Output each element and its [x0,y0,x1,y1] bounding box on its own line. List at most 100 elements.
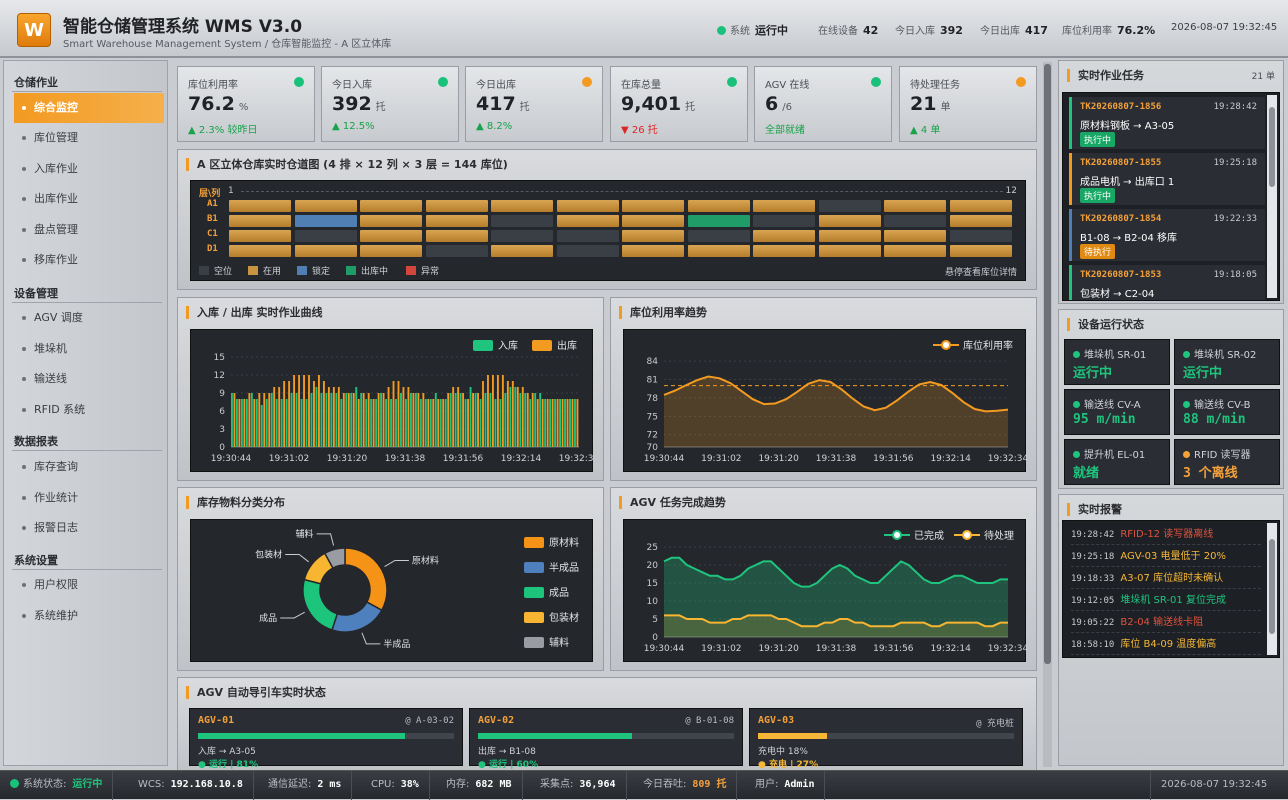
storage-cell[interactable] [753,215,815,227]
alarm-item[interactable]: 19:12:05 堆垛机 SR-01 复位完成 [1071,591,1261,611]
storage-cell[interactable] [556,245,619,257]
storage-cell[interactable] [425,230,488,242]
storage-cell[interactable] [884,245,946,257]
bar-inbound [255,399,258,447]
device-card[interactable]: 堆垛机 SR-02 运行中 [1174,339,1280,385]
bar-inbound [360,393,363,447]
storage-cell[interactable] [622,230,684,242]
agv-card[interactable]: AGV-02 @ B-01-08 出库 → B1-08 ● 运行 | 60% [469,708,743,770]
storage-cell[interactable] [229,215,291,227]
storage-cell[interactable] [425,200,488,212]
alarm-item[interactable]: 18:58:10 库位 B4-09 温度偏高 [1071,635,1261,655]
storage-cell[interactable] [229,230,291,242]
agv-trend-chart: 已完成 待处理 0 5 10 15 20 25 19:30:44 19:31:02 19:31:… [623,519,1027,662]
storage-cell[interactable] [294,245,357,257]
storage-cell[interactable] [556,215,619,227]
storage-cell[interactable] [491,215,553,227]
pie-legend-item: 辅料 [524,634,569,649]
storage-cell[interactable] [294,230,357,242]
storage-cell[interactable] [491,245,553,257]
task-scrollbar[interactable] [1267,95,1277,298]
storage-cell[interactable] [884,230,946,242]
storage-cell[interactable] [818,200,881,212]
storage-cell[interactable] [753,200,815,212]
task-item[interactable]: TK20260807-1855 19:25:18 成品电机 → 出库口 1 执行… [1069,153,1265,205]
alarm-item[interactable]: 19:25:18 AGV-03 电量低于 20% [1071,547,1261,567]
sidebar-item-inventory[interactable]: 盘点管理 [14,215,164,245]
storage-cell[interactable] [425,245,488,257]
kpi-value: 9,401 托 [621,93,696,115]
device-card[interactable]: 输送线 CV-A 95 m/min [1064,389,1170,435]
device-card[interactable]: 输送线 CV-B 88 m/min [1174,389,1280,435]
storage-cell[interactable] [360,200,422,212]
storage-cell[interactable] [229,200,291,212]
storage-cell[interactable] [622,245,684,257]
sidebar-item-location[interactable]: 库位管理 [14,123,164,153]
storage-cell[interactable] [491,200,553,212]
sidebar-item-conveyor[interactable]: 输送线 [14,364,164,394]
storage-cell[interactable] [491,230,553,242]
bar-inbound [365,399,368,447]
sidebar-item-maintenance[interactable]: 系统维护 [14,601,164,631]
main-scrollbar[interactable] [1043,62,1052,767]
scrollbar-thumb[interactable] [1269,539,1275,634]
device-name: RFID 读写器 [1183,446,1251,461]
agv-card[interactable]: AGV-01 @ A-03-02 入库 → A3-05 ● 运行 | 81% [189,708,463,770]
sidebar-item-stacker[interactable]: 堆垛机 [14,334,164,364]
sidebar-item-agv[interactable]: AGV 调度 [14,303,164,333]
storage-cell[interactable] [229,245,291,257]
storage-cell[interactable] [949,215,1012,227]
scrollbar-thumb[interactable] [1269,107,1275,187]
kpi-status-dot-icon [1016,77,1026,87]
storage-cell[interactable] [425,215,488,227]
storage-cell[interactable] [818,245,881,257]
sidebar-item-stock-query[interactable]: 库存查询 [14,452,164,482]
sidebar-item-transfer[interactable]: 移库作业 [14,245,164,275]
status-wcs: WCS: 192.168.10.8 [128,771,254,800]
alarm-item[interactable]: 19:05:22 B2-04 输送线卡阻 [1071,613,1261,633]
task-item[interactable]: TK20260807-1853 19:18:05 包装材 → C2-04 [1069,265,1265,300]
storage-cell[interactable] [556,230,619,242]
sidebar-item-inbound[interactable]: 入库作业 [14,154,164,184]
storage-cell[interactable] [687,200,750,212]
storage-cell[interactable] [884,215,946,227]
storage-cell[interactable] [753,245,815,257]
alarm-scrollbar[interactable] [1267,523,1277,655]
task-item[interactable]: TK20260807-1854 19:22:33 B1-08 → B2-04 移… [1069,209,1265,261]
storage-cell[interactable] [556,200,619,212]
sidebar-item-permissions[interactable]: 用户权限 [14,570,164,600]
storage-cell[interactable] [949,245,1012,257]
kpi-value: 392 托 [332,93,386,115]
storage-cell[interactable] [884,200,946,212]
sidebar-item-overview[interactable]: 综合监控 [14,93,164,123]
sidebar-item-statistics[interactable]: 作业统计 [14,483,164,513]
storage-cell[interactable] [294,200,357,212]
storage-cell[interactable] [360,230,422,242]
device-card[interactable]: RFID 读写器 3 个离线 [1174,439,1280,485]
task-item[interactable]: TK20260807-1856 19:28:42 原材料钢板 → A3-05 执… [1069,97,1265,149]
device-card[interactable]: 堆垛机 SR-01 运行中 [1064,339,1170,385]
storage-cell[interactable] [294,215,357,227]
storage-cell[interactable] [622,215,684,227]
storage-cell[interactable] [360,245,422,257]
storage-cell[interactable] [949,200,1012,212]
agv-card[interactable]: AGV-03 @ 充电桩 充电中 18% ● 充电 | 27% [749,708,1023,770]
storage-cell[interactable] [818,230,881,242]
storage-cell[interactable] [360,215,422,227]
storage-cell[interactable] [753,230,815,242]
device-card[interactable]: 提升机 EL-01 就绪 [1064,439,1170,485]
storage-cell[interactable] [818,215,881,227]
storage-cell[interactable] [622,200,684,212]
device-name: 堆垛机 SR-01 [1073,346,1146,361]
sidebar-item-alarm-log[interactable]: 报警日志 [14,513,164,543]
storage-cell[interactable] [687,245,750,257]
alarm-item[interactable]: 19:18:33 A3-07 库位超时未确认 [1071,569,1261,589]
sidebar-item-rfid[interactable]: RFID 系统 [14,395,164,425]
alarm-item[interactable]: 19:28:42 RFID-12 读写器离线 [1071,525,1261,545]
storage-cell[interactable] [949,230,1012,242]
storage-cell[interactable] [687,215,750,227]
scrollbar-thumb[interactable] [1044,64,1051,664]
x-tick-label: 19:31:38 [816,454,857,464]
sidebar-item-outbound[interactable]: 出库作业 [14,184,164,214]
storage-cell[interactable] [687,230,750,242]
